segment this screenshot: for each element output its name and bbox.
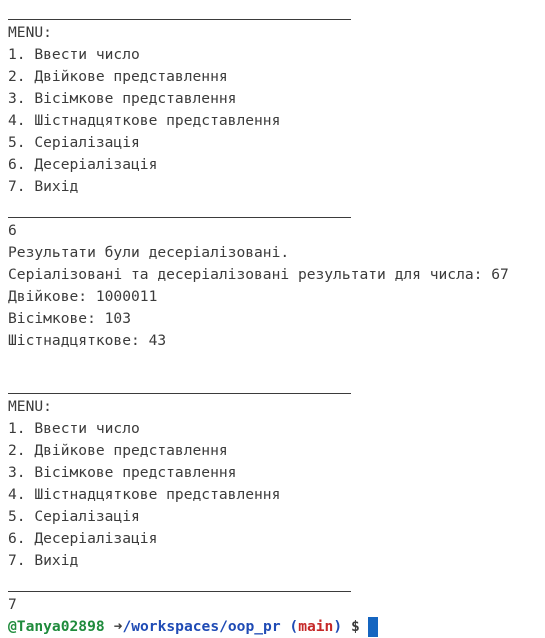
shell-prompt[interactable]: @Tanya02898 ➜ /workspaces/oop_pr ( main … (8, 616, 545, 638)
user-input-choice: 6 (8, 222, 17, 239)
menu-item-exit: 7. Вихід (8, 552, 79, 569)
prompt-arrow-icon: ➜ (113, 618, 123, 635)
menu-item-binary: 2. Двійкове представлення (8, 68, 228, 85)
menu-item-enter-number: 1. Ввести число (8, 46, 140, 63)
prompt-branch-open: ( (289, 618, 299, 635)
separator-line (8, 572, 545, 594)
menu-item-deserialize: 6. Десеріалізація (8, 530, 158, 547)
menu-item-deserialize: 6. Десеріалізація (8, 156, 158, 173)
separator-line (8, 198, 545, 220)
output-results-heading: Серіалізовані та десеріалізовані результ… (8, 266, 509, 283)
output-deserialized-message: Результати були десеріалізовані. (8, 244, 290, 261)
menu-item-serialize: 5. Серіалізація (8, 508, 140, 525)
menu-item-hex: 4. Шістнадцяткове представлення (8, 486, 281, 503)
separator-line (8, 374, 545, 396)
prompt-path: /workspaces/oop_pr (122, 618, 281, 635)
menu-item-octal: 3. Вісімкове представлення (8, 464, 237, 481)
menu-item-octal: 3. Вісімкове представлення (8, 90, 237, 107)
terminal-output[interactable]: MENU: 1. Ввести число 2. Двійкове предст… (0, 0, 545, 637)
prompt-branch: main (298, 618, 334, 635)
menu-item-binary: 2. Двійкове представлення (8, 442, 228, 459)
output-hex: Шістнадцяткове: 43 (8, 332, 167, 349)
menu-header: MENU: (8, 398, 52, 415)
prompt-branch-close: ) (333, 618, 343, 635)
menu-item-hex: 4. Шістнадцяткове представлення (8, 112, 281, 129)
menu-item-serialize: 5. Серіалізація (8, 134, 140, 151)
menu-item-enter-number: 1. Ввести число (8, 420, 140, 437)
menu-header: MENU: (8, 24, 52, 41)
output-binary: Двійкове: 1000011 (8, 288, 158, 305)
output-octal: Вісімкове: 103 (8, 310, 132, 327)
menu-item-exit: 7. Вихід (8, 178, 79, 195)
text-cursor[interactable] (367, 617, 378, 637)
separator-line (8, 0, 545, 22)
user-input-choice: 7 (8, 596, 17, 613)
prompt-symbol: $ (350, 618, 360, 635)
prompt-user: @Tanya02898 (8, 618, 105, 635)
